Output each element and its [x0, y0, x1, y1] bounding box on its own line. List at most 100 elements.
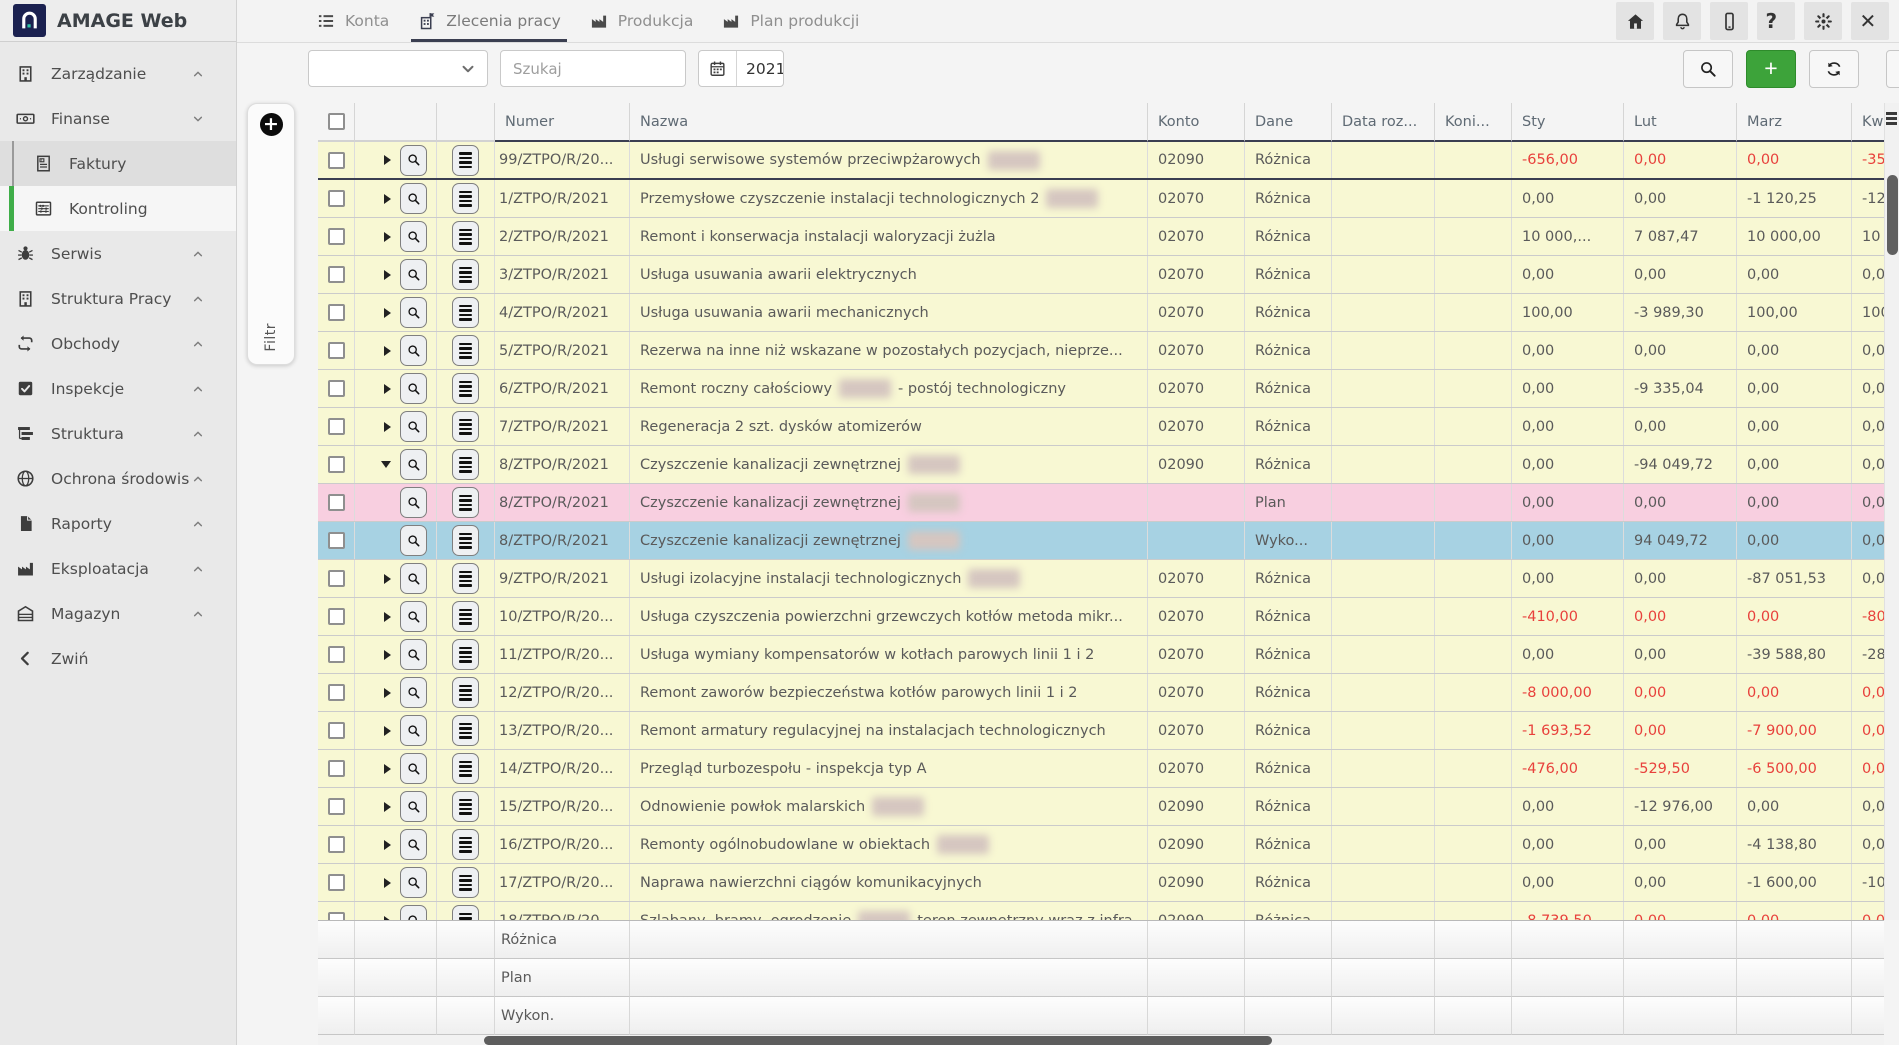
row-menu-button[interactable]	[452, 905, 479, 920]
row-detail-button[interactable]	[400, 791, 427, 822]
sidebar-item-kontroling[interactable]: Kontroling	[0, 186, 236, 231]
row-checkbox[interactable]	[328, 836, 345, 853]
expand-arrow-icon[interactable]	[384, 688, 391, 698]
row-checkbox[interactable]	[328, 418, 345, 435]
table-row[interactable]: 2/ZTPO/R/2021 Remont i konserwacja insta…	[318, 218, 1884, 256]
row-menu-button[interactable]	[452, 183, 479, 214]
row-menu-button[interactable]	[452, 829, 479, 860]
row-detail-button[interactable]	[400, 525, 427, 556]
row-checkbox[interactable]	[328, 380, 345, 397]
expand-arrow-icon[interactable]	[384, 612, 391, 622]
column-header-nazwa[interactable]: Nazwa	[630, 103, 1148, 142]
sidebar-item-zwiń[interactable]: Zwiń	[0, 636, 236, 681]
sidebar-item-struktura[interactable]: Struktura	[0, 411, 236, 456]
row-detail-button[interactable]	[400, 221, 427, 252]
select-all-checkbox[interactable]	[328, 113, 345, 130]
row-detail-button[interactable]	[400, 867, 427, 898]
table-row[interactable]: 8/ZTPO/R/2021 Czyszczenie kanalizacji ze…	[318, 484, 1884, 522]
row-menu-button[interactable]	[452, 753, 479, 784]
row-detail-button[interactable]	[400, 335, 427, 366]
row-checkbox[interactable]	[328, 532, 345, 549]
row-checkbox[interactable]	[328, 722, 345, 739]
collapse-arrow-icon[interactable]	[381, 461, 391, 468]
table-row[interactable]: 4/ZTPO/R/2021 Usługa usuwania awarii mec…	[318, 294, 1884, 332]
home-button[interactable]	[1616, 2, 1654, 40]
sidebar-item-raporty[interactable]: Raporty	[0, 501, 236, 546]
notifications-button[interactable]	[1663, 2, 1701, 40]
column-header-lut[interactable]: Lut	[1624, 103, 1737, 142]
row-detail-button[interactable]	[400, 487, 427, 518]
column-header-koni[interactable]: Koni...	[1435, 103, 1512, 142]
row-menu-button[interactable]	[452, 677, 479, 708]
sidebar-item-magazyn[interactable]: Magazyn	[0, 591, 236, 636]
column-header-data-roz[interactable]: Data roz...	[1332, 103, 1435, 142]
table-row[interactable]: 1/ZTPO/R/2021 Przemysłowe czyszczenie in…	[318, 180, 1884, 218]
table-row[interactable]: 17/ZTPO/R/20... Naprawa nawierzchni ciąg…	[318, 864, 1884, 902]
table-row[interactable]: 8/ZTPO/R/2021 Czyszczenie kanalizacji ze…	[318, 522, 1884, 560]
row-detail-button[interactable]	[400, 563, 427, 594]
row-detail-button[interactable]	[400, 297, 427, 328]
mobile-app-button[interactable]	[1710, 2, 1748, 40]
column-header-numer[interactable]: Numer	[495, 103, 630, 142]
sidebar-item-eksploatacja[interactable]: Eksploatacja	[0, 546, 236, 591]
expand-arrow-icon[interactable]	[384, 346, 391, 356]
expand-arrow-icon[interactable]	[384, 802, 391, 812]
expand-arrow-icon[interactable]	[384, 384, 391, 394]
tab-zlecenia-pracy[interactable]: Zlecenia pracy	[411, 0, 566, 42]
table-row[interactable]: 5/ZTPO/R/2021 Rezerwa na inne niż wskaza…	[318, 332, 1884, 370]
expand-arrow-icon[interactable]	[384, 308, 391, 318]
filter-panel-toggle[interactable]: + Filtr	[247, 103, 295, 365]
row-checkbox[interactable]	[328, 456, 345, 473]
expand-arrow-icon[interactable]	[384, 422, 391, 432]
close-button[interactable]: ✕	[1851, 2, 1889, 40]
sidebar-item-struktura-pracy[interactable]: Struktura Pracy	[0, 276, 236, 321]
sidebar-item-zarządzanie[interactable]: Zarządzanie	[0, 51, 236, 96]
row-menu-button[interactable]	[452, 297, 479, 328]
row-checkbox[interactable]	[328, 608, 345, 625]
row-menu-button[interactable]	[452, 335, 479, 366]
row-menu-button[interactable]	[452, 221, 479, 252]
column-header-dane[interactable]: Dane	[1245, 103, 1332, 142]
row-menu-button[interactable]	[452, 639, 479, 670]
expand-arrow-icon[interactable]	[384, 726, 391, 736]
expand-arrow-icon[interactable]	[384, 764, 391, 774]
refresh-button[interactable]	[1809, 50, 1859, 88]
row-detail-button[interactable]	[400, 715, 427, 746]
row-checkbox[interactable]	[328, 304, 345, 321]
column-header-sty[interactable]: Sty	[1512, 103, 1624, 142]
expand-arrow-icon[interactable]	[384, 878, 391, 888]
row-detail-button[interactable]	[400, 753, 427, 784]
table-row[interactable]: 3/ZTPO/R/2021 Usługa usuwania awarii ele…	[318, 256, 1884, 294]
row-menu-button[interactable]	[452, 145, 479, 176]
column-header-marz[interactable]: Marz	[1737, 103, 1852, 142]
sidebar-item-inspekcje[interactable]: Inspekcje	[0, 366, 236, 411]
table-row[interactable]: 11/ZTPO/R/20... Usługa wymiany kompensat…	[318, 636, 1884, 674]
horizontal-scrollbar-thumb[interactable]	[484, 1036, 1272, 1045]
row-checkbox[interactable]	[328, 190, 345, 207]
table-row[interactable]: 9/ZTPO/R/2021 Usługi izolacyjne instalac…	[318, 560, 1884, 598]
table-row[interactable]: 15/ZTPO/R/20... Odnowienie powłok malars…	[318, 788, 1884, 826]
search-button[interactable]	[1683, 50, 1733, 88]
table-row[interactable]: 7/ZTPO/R/2021 Regeneracja 2 szt. dysków …	[318, 408, 1884, 446]
row-detail-button[interactable]	[400, 639, 427, 670]
calendar-icon[interactable]	[699, 51, 737, 86]
table-row[interactable]: 6/ZTPO/R/2021 Remont roczny całościowy- …	[318, 370, 1884, 408]
row-detail-button[interactable]	[400, 259, 427, 290]
row-checkbox[interactable]	[328, 570, 345, 587]
row-menu-button[interactable]	[452, 563, 479, 594]
row-menu-button[interactable]	[452, 373, 479, 404]
row-detail-button[interactable]	[400, 449, 427, 480]
add-button[interactable]: +	[1746, 50, 1796, 88]
row-menu-button[interactable]	[452, 791, 479, 822]
tab-plan-produkcji[interactable]: Plan produkcji	[715, 0, 865, 42]
table-row[interactable]: 14/ZTPO/R/20... Przegląd turbozespołu - …	[318, 750, 1884, 788]
row-checkbox[interactable]	[328, 342, 345, 359]
row-menu-button[interactable]	[452, 449, 479, 480]
tab-produkcja[interactable]: Produkcja	[583, 0, 700, 42]
sidebar-item-serwis[interactable]: Serwis	[0, 231, 236, 276]
row-checkbox[interactable]	[328, 874, 345, 891]
help-button[interactable]: ?	[1757, 2, 1795, 40]
row-detail-button[interactable]	[400, 411, 427, 442]
filter-add-icon[interactable]: +	[260, 113, 283, 136]
vertical-scrollbar-thumb[interactable]	[1887, 175, 1898, 255]
